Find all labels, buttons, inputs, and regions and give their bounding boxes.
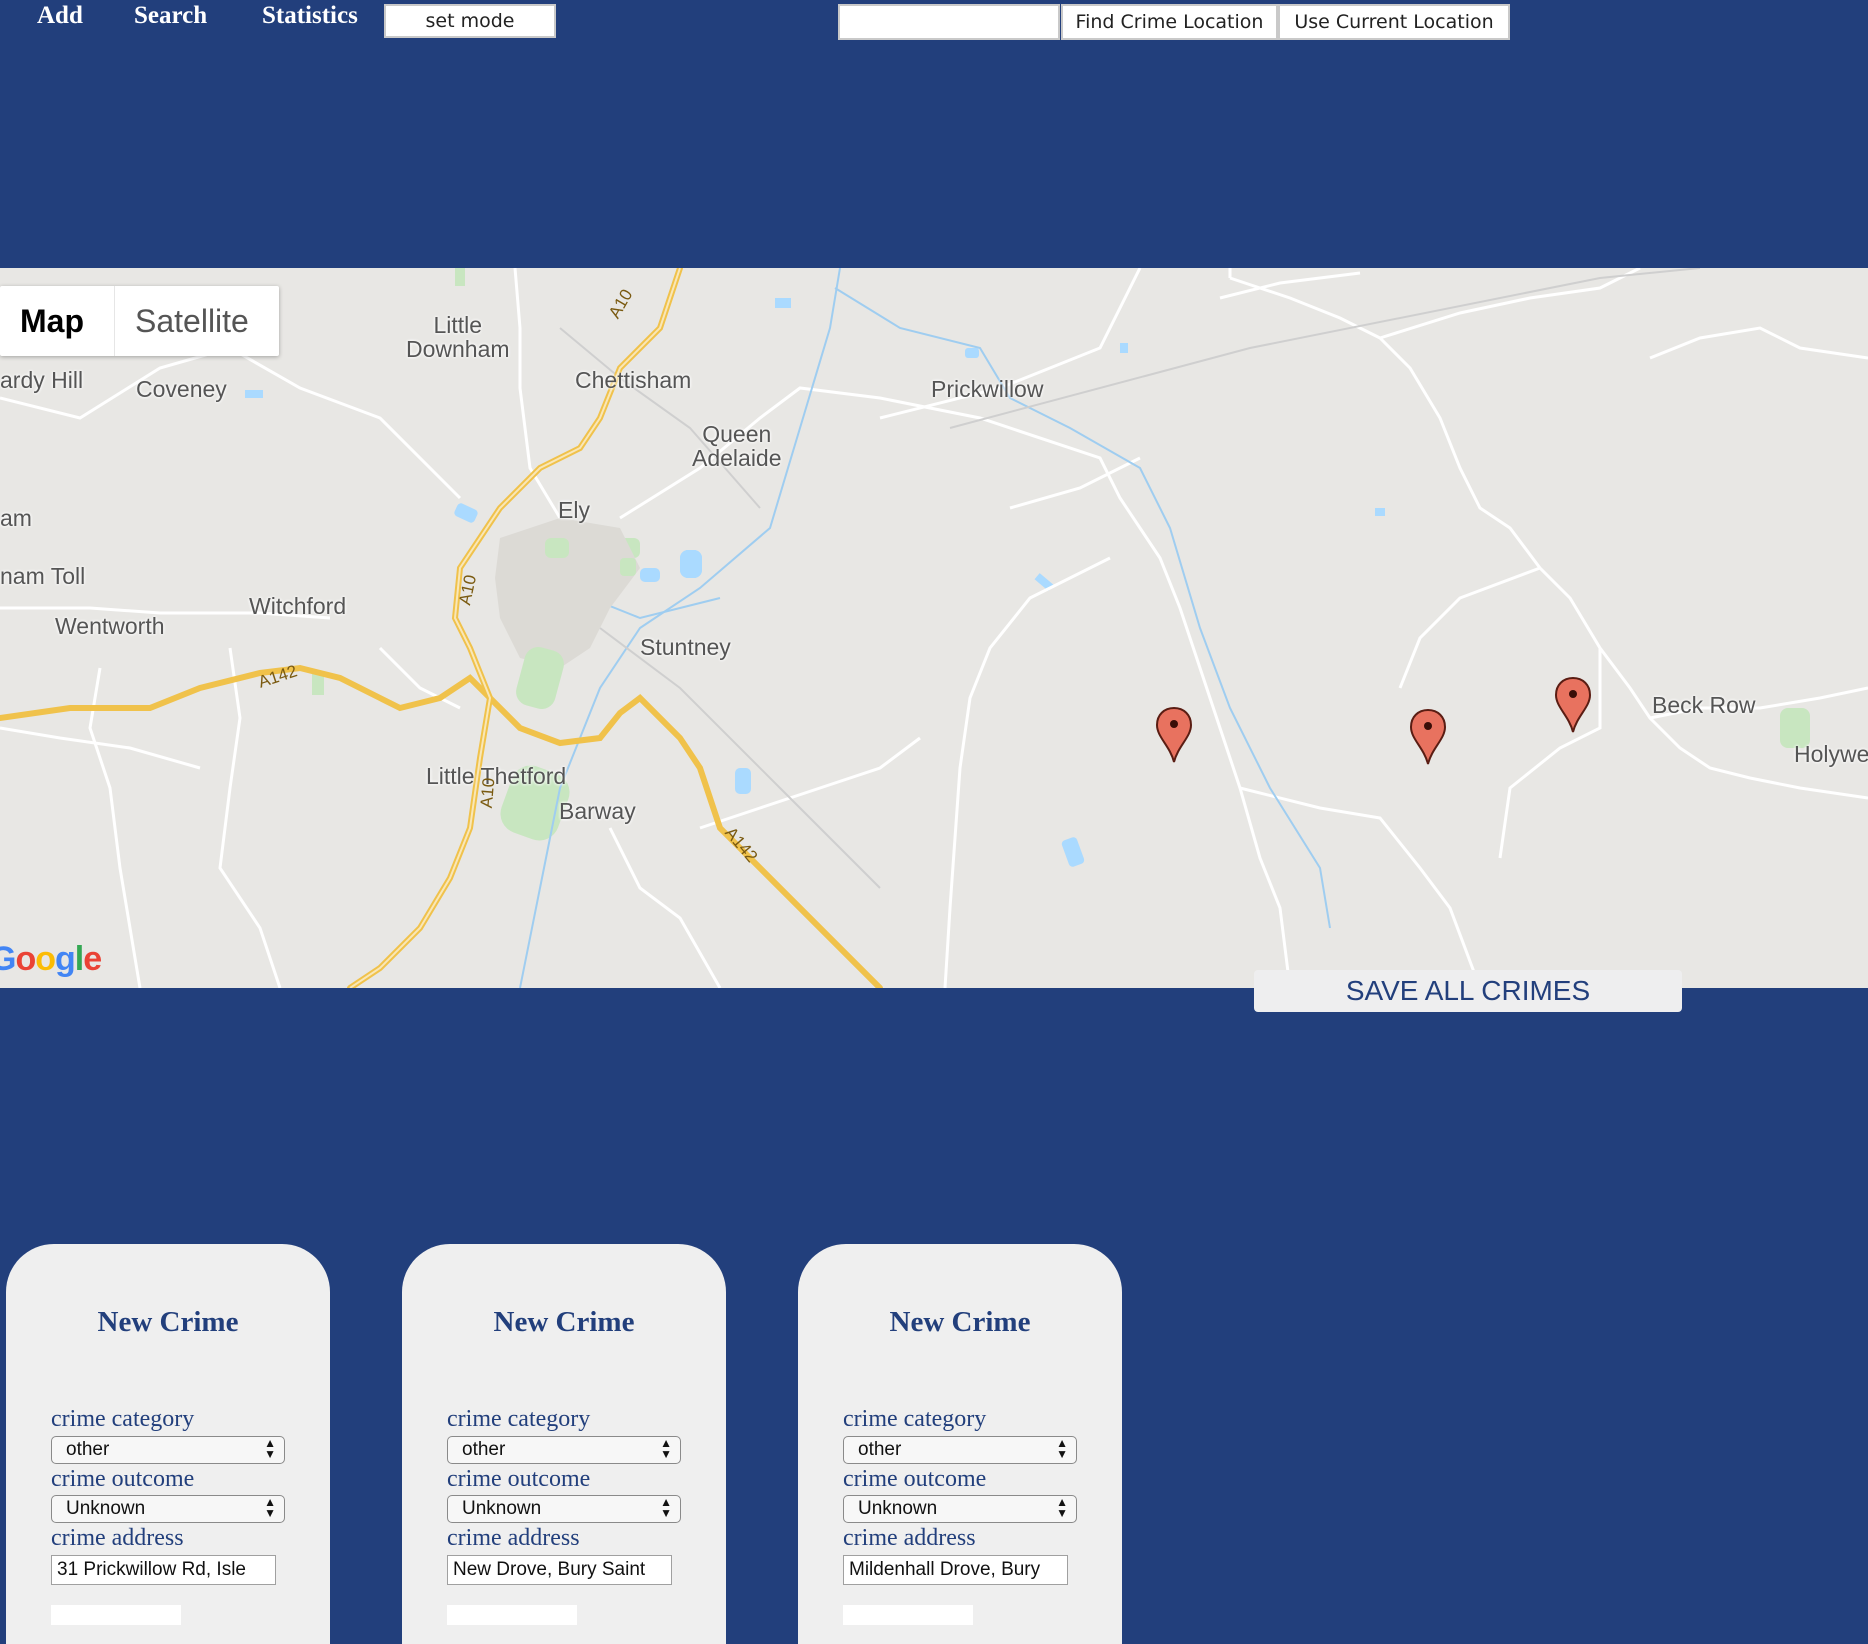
- find-crime-location-button[interactable]: Find Crime Location: [1061, 4, 1278, 40]
- place-prickwillow: Prickwillow: [931, 376, 1044, 402]
- crime-address-label: crime address: [843, 1525, 976, 1551]
- crime-marker-2[interactable]: [1409, 708, 1447, 766]
- crime-category-label: crime category: [843, 1406, 987, 1432]
- place-witchford: Witchford: [249, 593, 347, 619]
- nav-statistics-link[interactable]: Statistics: [262, 2, 358, 30]
- crime-outcome-label: crime outcome: [51, 1466, 195, 1492]
- place-holywell: Holywe: [1794, 741, 1868, 767]
- card-action-button[interactable]: [51, 1605, 181, 1625]
- card-title: New Crime: [889, 1306, 1031, 1338]
- map-type-toggle: Map Satellite: [0, 286, 279, 356]
- crime-address-input[interactable]: Mildenhall Drove, Bury: [843, 1555, 1068, 1585]
- crime-address-label: crime address: [447, 1525, 580, 1551]
- crime-category-select[interactable]: other ▲ ▼: [447, 1436, 681, 1464]
- place-stuntney: Stuntney: [640, 634, 731, 660]
- place-chettisham: Chettisham: [575, 367, 692, 393]
- place-wentworth: Wentworth: [55, 613, 165, 639]
- save-all-crimes-button[interactable]: SAVE ALL CRIMES: [1254, 970, 1682, 1012]
- crime-outcome-select[interactable]: Unknown ▲ ▼: [447, 1495, 681, 1523]
- crime-category-select[interactable]: other ▲ ▼: [51, 1436, 285, 1464]
- select-arrows-icon: ▲ ▼: [660, 1495, 672, 1520]
- nav-add-link[interactable]: Add: [37, 2, 83, 30]
- place-queen-adelaide: Queen Adelaide: [692, 421, 782, 471]
- nav-search-link[interactable]: Search: [134, 2, 207, 30]
- select-arrows-icon: ▲ ▼: [1056, 1495, 1068, 1520]
- crime-card: New Crime crime category other ▲ ▼ crime …: [798, 1244, 1122, 1644]
- place-hardy-hill: ardy Hill: [0, 367, 84, 393]
- satellite-view-button[interactable]: Satellite: [115, 286, 279, 356]
- crime-category-label: crime category: [447, 1406, 591, 1432]
- place-am: am: [0, 505, 32, 531]
- crime-outcome-label: crime outcome: [447, 1466, 591, 1492]
- crime-address-input[interactable]: 31 Prickwillow Rd, Isle: [51, 1555, 276, 1585]
- crime-outcome-label: crime outcome: [843, 1466, 987, 1492]
- crime-category-select[interactable]: other ▲ ▼: [843, 1436, 1077, 1464]
- card-title: New Crime: [493, 1306, 635, 1338]
- road-label-a10-south: A10: [476, 777, 499, 809]
- place-beck-row: Beck Row: [1652, 692, 1756, 718]
- crime-address-input[interactable]: New Drove, Bury Saint: [447, 1555, 672, 1585]
- card-action-button[interactable]: [843, 1605, 973, 1625]
- place-ely: Ely: [558, 497, 590, 523]
- crime-marker-3[interactable]: [1554, 676, 1592, 734]
- card-action-button[interactable]: [447, 1605, 577, 1625]
- card-title: New Crime: [97, 1306, 239, 1338]
- crime-card: New Crime crime category other ▲ ▼ crime …: [402, 1244, 726, 1644]
- crime-map[interactable]: Map Satellite Little Downham Chettisham …: [0, 268, 1868, 988]
- crime-marker-1[interactable]: [1155, 706, 1193, 764]
- place-little-downham: Little Downham: [406, 312, 510, 362]
- crime-category-label: crime category: [51, 1406, 195, 1432]
- map-view-button[interactable]: Map: [0, 286, 115, 356]
- google-logo: Google: [0, 940, 102, 978]
- place-coveney: Coveney: [136, 376, 227, 402]
- select-arrows-icon: ▲ ▼: [264, 1495, 276, 1520]
- set-mode-button[interactable]: set mode: [384, 4, 556, 38]
- crime-outcome-select[interactable]: Unknown ▲ ▼: [843, 1495, 1077, 1523]
- crime-address-label: crime address: [51, 1525, 184, 1551]
- place-ham-toll: nam Toll: [0, 563, 86, 589]
- location-input[interactable]: [838, 4, 1060, 40]
- use-current-location-button[interactable]: Use Current Location: [1278, 4, 1510, 40]
- crime-card: New Crime crime category other ▲ ▼ crime …: [6, 1244, 330, 1644]
- place-barway: Barway: [559, 798, 636, 824]
- select-arrows-icon: ▲ ▼: [660, 1436, 672, 1461]
- crime-outcome-select[interactable]: Unknown ▲ ▼: [51, 1495, 285, 1523]
- select-arrows-icon: ▲ ▼: [1056, 1436, 1068, 1461]
- select-arrows-icon: ▲ ▼: [264, 1436, 276, 1461]
